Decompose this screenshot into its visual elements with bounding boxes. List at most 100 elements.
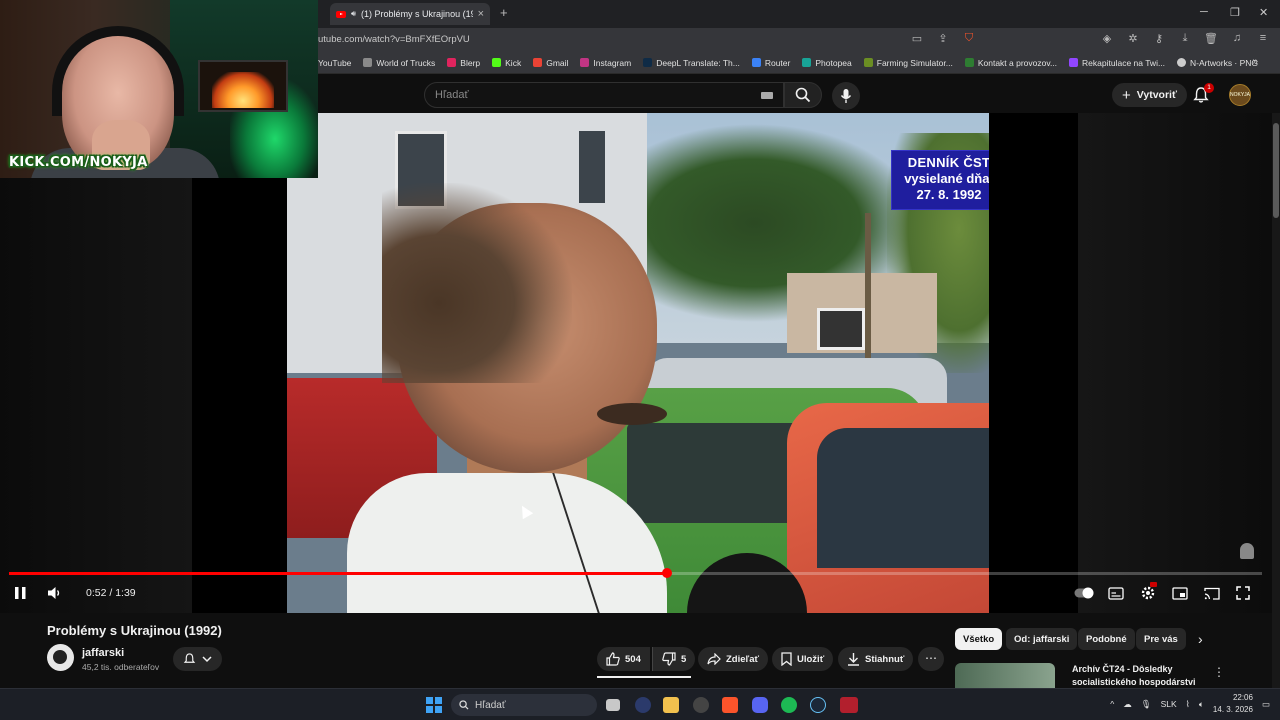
more-actions-button[interactable]: ⋯ xyxy=(918,647,944,671)
player-side-left xyxy=(0,113,192,613)
share-button[interactable]: Zdieľať xyxy=(698,647,769,671)
settings-button[interactable] xyxy=(1140,582,1157,602)
keyboard-icon[interactable] xyxy=(761,92,773,99)
media-icon[interactable]: ♫ xyxy=(1230,32,1244,45)
recommendation-menu-icon[interactable]: ⋮ xyxy=(1213,665,1225,679)
taskbar-search[interactable]: Hľadať xyxy=(451,694,597,716)
channel-avatar[interactable] xyxy=(47,644,74,671)
close-window-button[interactable]: ✕ xyxy=(1259,6,1268,19)
task-view-icon[interactable] xyxy=(606,699,620,711)
create-button[interactable]: + Vytvoriť xyxy=(1112,83,1188,107)
file-explorer-icon[interactable] xyxy=(663,697,679,713)
bookmark-icon xyxy=(781,652,792,666)
download-button[interactable]: Stiahnuť xyxy=(838,647,914,671)
bookmarks-overflow-icon[interactable]: » xyxy=(1252,56,1258,67)
dislike-button[interactable]: 5 xyxy=(652,647,696,671)
save-button[interactable]: Uložiť xyxy=(772,647,834,671)
volume-tray-icon[interactable]: 🔈︎ xyxy=(1199,699,1204,710)
tray-overflow-icon[interactable]: ^ xyxy=(1110,699,1114,709)
bookmark-kontakt[interactable]: Kontakt a provozov... xyxy=(964,58,1057,68)
obs-icon[interactable] xyxy=(693,697,709,713)
recommendation-thumbnail[interactable] xyxy=(955,663,1055,688)
progress-bar[interactable] xyxy=(9,568,1262,578)
key-icon[interactable]: ⚷ xyxy=(1152,32,1166,45)
windows-start-icon[interactable] xyxy=(426,697,442,713)
bookmark-photopea[interactable]: Photopea xyxy=(802,58,852,68)
menu-icon[interactable]: ≡ xyxy=(1256,32,1270,45)
bell-icon xyxy=(183,653,196,663)
progress-scrubber[interactable] xyxy=(661,568,672,578)
miniplayer-icon xyxy=(1172,586,1188,600)
brave-shield-icon[interactable]: ⛉ xyxy=(962,32,976,45)
autoplay-toggle[interactable] xyxy=(1074,584,1094,602)
brave-browser-icon[interactable] xyxy=(722,697,738,713)
download-icon[interactable]: ⤓ xyxy=(1178,32,1192,45)
steam-icon[interactable] xyxy=(810,697,826,713)
voice-search-button[interactable] xyxy=(832,82,860,110)
url-field[interactable]: utube.com/watch?v=BmFXfEOrpVU xyxy=(318,34,470,45)
taskbar-clock[interactable]: 22:06 14. 3. 2026 xyxy=(1213,692,1253,716)
bookmark-world-of-trucks[interactable]: World of Trucks xyxy=(363,58,435,68)
restore-button[interactable]: ❐ xyxy=(1230,6,1240,19)
trash-icon[interactable]: 🗑︎ xyxy=(1204,32,1218,45)
cast-icon xyxy=(1204,587,1220,600)
recommendation-title[interactable]: Archív ČT24 - Dôsledky socialistického h… xyxy=(1072,663,1212,688)
like-button[interactable]: 504 xyxy=(597,647,650,671)
bookmark-router[interactable]: Router xyxy=(751,58,790,68)
player-overlay-icon[interactable] xyxy=(1240,543,1254,559)
page-scrollbar[interactable] xyxy=(1272,113,1280,688)
bookmark-rekapitulace[interactable]: Rekapitulace na Twi... xyxy=(1069,58,1165,68)
cast-button[interactable] xyxy=(1204,584,1220,602)
globe-icon xyxy=(1177,58,1187,67)
miniplayer-button[interactable] xyxy=(1172,584,1188,602)
bookmark-n-artworks[interactable]: N-Artworks · PNG xyxy=(1177,58,1258,68)
chip-for-you[interactable]: Pre vás xyxy=(1136,628,1186,650)
broadcast-caption-box: DENNÍK ČST vysielané dňa: 27. 8. 1992 xyxy=(891,150,989,210)
widgets-icon[interactable] xyxy=(635,697,651,713)
browser-tab-active[interactable]: 🔊︎ (1) Problémy s Ukrajinou (199 × xyxy=(330,3,490,25)
chip-related[interactable]: Podobné xyxy=(1078,628,1135,650)
tab-title: (1) Problémy s Ukrajinou (199 xyxy=(361,9,473,19)
extensions-icon[interactable]: ✲ xyxy=(1126,32,1140,45)
pause-button[interactable] xyxy=(14,584,27,602)
subtitles-button[interactable] xyxy=(1108,584,1124,602)
language-indicator[interactable]: SLK xyxy=(1161,699,1177,709)
share-icon[interactable]: ⇪ xyxy=(936,32,950,45)
bookmark-instagram[interactable]: Instagram xyxy=(580,58,631,68)
subscription-bell-button[interactable] xyxy=(173,647,222,671)
caption-line-1: DENNÍK ČST xyxy=(907,155,989,170)
mic-tray-icon[interactable]: 🎙︎ xyxy=(1141,699,1152,710)
search-input[interactable]: Hľadať xyxy=(424,82,784,108)
chip-all[interactable]: Všetko xyxy=(955,628,1003,650)
bookmark-blerp[interactable]: Blerp xyxy=(447,58,480,68)
chip-from-channel[interactable]: Od: jaffarski xyxy=(1006,628,1078,650)
create-label: Vytvoriť xyxy=(1136,89,1178,101)
bookmark-deepl[interactable]: DeepL Translate: Th... xyxy=(643,58,740,68)
bookmark-kick[interactable]: Kick xyxy=(492,58,521,68)
notification-center-icon[interactable]: ▭ xyxy=(1262,699,1270,710)
new-tab-button[interactable]: + xyxy=(500,5,508,20)
spotify-icon[interactable] xyxy=(781,697,797,713)
video-player[interactable]: DENNÍK ČST vysielané dňa: 27. 8. 1992 0:… xyxy=(0,113,1280,613)
volume-button[interactable] xyxy=(47,584,63,602)
screencast-icon[interactable]: ▭ xyxy=(910,32,924,45)
onedrive-icon[interactable]: ☁︎ xyxy=(1123,699,1132,710)
discord-icon[interactable] xyxy=(752,697,768,713)
bookmark-youtube[interactable]: YouTube xyxy=(318,58,351,68)
bookmark-gmail[interactable]: Gmail xyxy=(533,58,568,68)
network-icon[interactable]: ⌇ xyxy=(1186,699,1190,710)
search-button[interactable] xyxy=(784,82,822,108)
scrollbar-thumb[interactable] xyxy=(1273,123,1279,218)
chevron-right-icon[interactable]: › xyxy=(1198,631,1203,647)
bookmark-farming-simulator[interactable]: Farming Simulator... xyxy=(863,58,953,68)
account-avatar[interactable]: NOKYJA xyxy=(1229,84,1251,106)
chevron-down-icon xyxy=(202,655,212,662)
app-icon[interactable] xyxy=(840,697,858,713)
channel-name[interactable]: jaffarski xyxy=(82,647,124,659)
wallet-icon[interactable]: ◈ xyxy=(1100,32,1114,45)
fullscreen-button[interactable] xyxy=(1236,584,1250,602)
video-frame[interactable]: DENNÍK ČST vysielané dňa: 27. 8. 1992 xyxy=(287,113,989,613)
close-tab-icon[interactable]: × xyxy=(478,8,484,20)
gear-icon xyxy=(1141,586,1155,600)
minimize-button[interactable]: ─ xyxy=(1200,6,1208,18)
